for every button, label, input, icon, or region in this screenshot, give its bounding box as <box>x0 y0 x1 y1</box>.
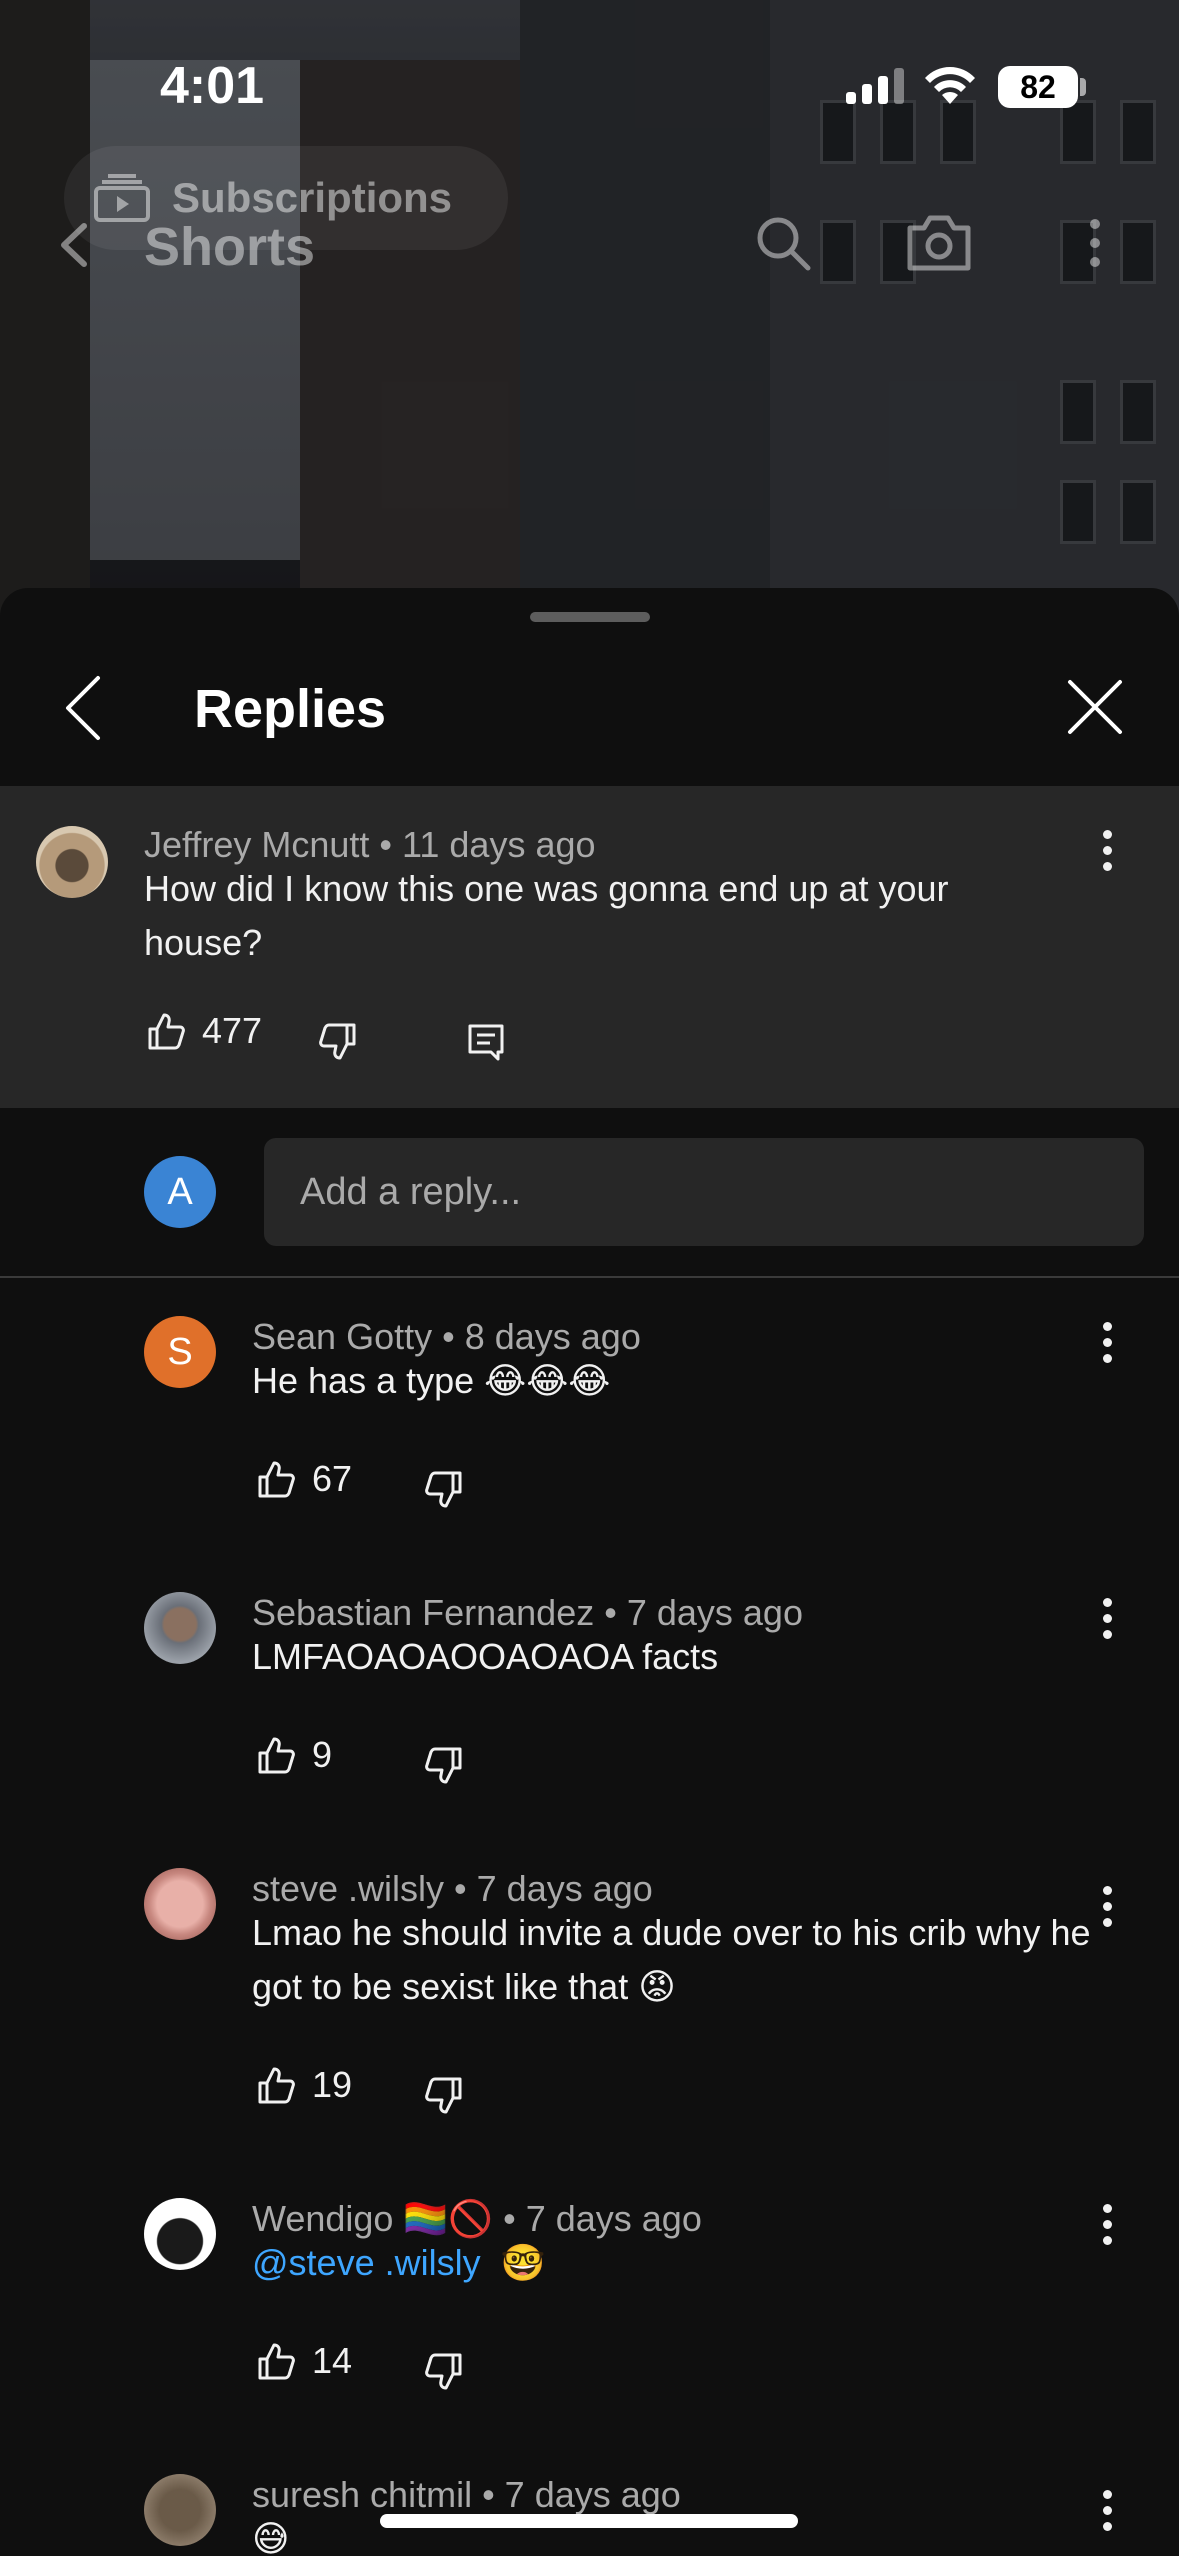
comment-text: How did I know this one was gonna end up… <box>144 868 949 963</box>
replies-sheet: Replies Jeffrey Mcnutt • 11 days ago How… <box>0 588 1179 2556</box>
comment-meta: Sebastian Fernandez • 7 days ago <box>252 1592 803 1633</box>
comment-more-button[interactable] <box>1092 1876 1122 1936</box>
comment-time: 8 days ago <box>464 1316 641 1357</box>
subscriptions-icon <box>94 174 150 222</box>
avatar[interactable] <box>144 1592 216 1664</box>
comment-meta: steve .wilsly • 7 days ago <box>252 1868 653 1909</box>
comment-meta: Sean Gotty • 8 days ago <box>252 1316 641 1357</box>
reply-comment-icon[interactable] <box>466 1022 506 1062</box>
like-count: 14 <box>312 2340 353 2381</box>
comment-meta: Jeffrey Mcnutt • 11 days ago <box>144 824 596 865</box>
comment-text: @steve .wilsly 🤓 <box>252 2236 1082 2290</box>
comment-author[interactable]: Wendigo 🏳️‍🌈🚫 <box>252 2198 493 2239</box>
comment-text: He has a type 😂😂😂 <box>252 1360 611 1401</box>
comment-time: 7 days ago <box>626 1592 803 1633</box>
close-button[interactable] <box>1060 672 1130 742</box>
current-user-avatar[interactable]: A <box>144 1156 216 1228</box>
subscriptions-chip[interactable]: Subscriptions <box>64 146 508 250</box>
battery-indicator: 82 <box>998 66 1078 108</box>
avatar[interactable] <box>144 2474 216 2546</box>
comment-emoji: 🤓 <box>500 2242 546 2283</box>
comment-more-button[interactable] <box>1092 1312 1122 1372</box>
comment-more-button[interactable] <box>1092 820 1122 880</box>
reply-input-row: A Add a reply... <box>0 1108 1179 1278</box>
avatar[interactable]: S <box>144 1316 216 1388</box>
reply-comment: Sebastian Fernandez • 7 days ago LMFAOAO… <box>0 1554 1179 1830</box>
thumbs-up-icon <box>148 1013 185 1050</box>
reply-input[interactable]: Add a reply... <box>264 1138 1144 1246</box>
reply-comment: Wendigo 🏳️‍🌈🚫 • 7 days ago @steve .wilsl… <box>0 2160 1179 2436</box>
thumbs-down-icon[interactable] <box>424 2076 464 2116</box>
comment-meta: Wendigo 🏳️‍🌈🚫 • 7 days ago <box>252 2198 702 2239</box>
comment-time: 7 days ago <box>525 2198 702 2239</box>
comment-time: 7 days ago <box>476 1868 653 1909</box>
comment-more-button[interactable] <box>1092 2194 1122 2254</box>
status-bar: 4:01 82 <box>0 0 1179 170</box>
sheet-header: Replies <box>0 628 1179 788</box>
like-button[interactable]: 9 <box>256 1734 332 1776</box>
thumbs-up-icon <box>258 2067 295 2104</box>
back-button[interactable] <box>54 668 114 748</box>
thumbs-down-icon[interactable] <box>424 1746 464 1786</box>
reply-comment: steve .wilsly • 7 days ago Lmao he shoul… <box>0 1830 1179 2160</box>
like-count: 9 <box>312 1734 333 1775</box>
battery-tip <box>1080 78 1086 96</box>
thumbs-up-icon <box>258 1461 295 1498</box>
cellular-signal-icon <box>846 68 904 104</box>
comment-text: Lmao he should invite a dude over to his… <box>252 1912 1091 2007</box>
drag-handle[interactable] <box>530 612 650 622</box>
comment-time: 7 days ago <box>504 2474 681 2515</box>
thumbs-down-icon[interactable] <box>424 2352 464 2392</box>
parent-comment: Jeffrey Mcnutt • 11 days ago How did I k… <box>0 786 1179 1108</box>
sheet-title: Replies <box>194 679 387 739</box>
wifi-icon <box>925 67 975 104</box>
home-indicator[interactable] <box>380 2514 798 2528</box>
more-vertical-icon[interactable] <box>1080 212 1110 274</box>
comment-meta: suresh chitmil • 7 days ago <box>252 2474 681 2515</box>
like-count: 477 <box>202 1010 263 1051</box>
comment-more-button[interactable] <box>1092 2480 1122 2540</box>
thumbs-up-icon <box>258 2343 295 2380</box>
thumbs-up-icon <box>258 1737 295 1774</box>
comment-author[interactable]: steve .wilsly <box>252 1868 444 1909</box>
status-time: 4:01 <box>160 57 265 115</box>
subscriptions-label: Subscriptions <box>172 174 453 221</box>
reply-comment: S Sean Gotty • 8 days ago He has a type … <box>0 1278 1179 1554</box>
search-icon[interactable] <box>752 212 814 274</box>
comment-author[interactable]: suresh chitmil <box>252 2474 472 2515</box>
avatar[interactable] <box>144 2198 216 2270</box>
like-button[interactable]: 19 <box>256 2064 352 2106</box>
reply-comment: suresh chitmil • 7 days ago 😅 <box>0 2436 1179 2556</box>
like-count: 67 <box>312 1458 353 1499</box>
mention-link[interactable]: @steve .wilsly <box>252 2242 481 2283</box>
like-button[interactable]: 14 <box>256 2340 352 2382</box>
comment-author[interactable]: Jeffrey Mcnutt <box>144 824 369 865</box>
avatar[interactable] <box>36 826 108 898</box>
comment-text: LMFAOAOAOOAOAOA facts <box>252 1636 719 1677</box>
avatar[interactable] <box>144 1868 216 1940</box>
comment-more-button[interactable] <box>1092 1588 1122 1648</box>
thumbs-down-icon[interactable] <box>424 1470 464 1510</box>
thumbs-down-icon[interactable] <box>318 1022 358 1062</box>
comment-author[interactable]: Sebastian Fernandez <box>252 1592 594 1633</box>
camera-icon[interactable] <box>904 212 974 274</box>
like-count: 19 <box>312 2064 353 2105</box>
like-button[interactable]: 67 <box>256 1458 352 1500</box>
comment-time: 11 days ago <box>402 824 596 865</box>
like-button[interactable]: 477 <box>146 1010 262 1052</box>
comment-author[interactable]: Sean Gotty <box>252 1316 432 1357</box>
